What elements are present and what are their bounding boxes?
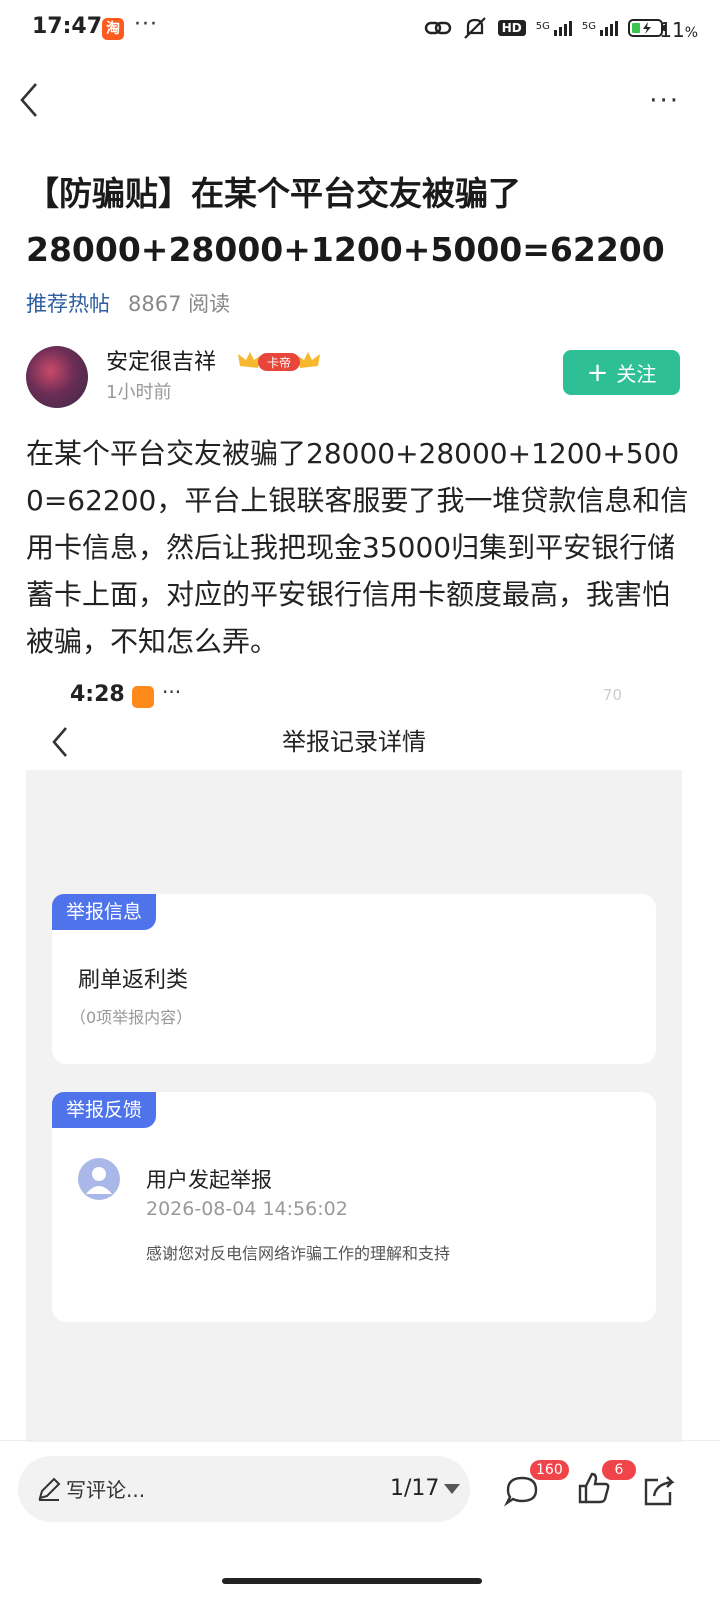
shot-content-area: 举报信息 刷单返利类 （0项举报内容） 举报反馈 用户发起举报 2026-08-… bbox=[26, 770, 682, 1442]
crown-badge-icon: 卡帝 bbox=[238, 352, 320, 371]
feedback-timestamp: 2026-08-04 14:56:02 bbox=[146, 1198, 348, 1220]
feedback-thanks: 感谢您对反电信网络诈骗工作的理解和支持 bbox=[146, 1244, 451, 1263]
author-name[interactable]: 安定很吉祥 bbox=[106, 344, 216, 376]
report-type: 刷单返利类 bbox=[78, 968, 189, 993]
status-icons: HD 5G 5G bbox=[424, 16, 668, 40]
page-indicator[interactable]: 1/17 bbox=[390, 1476, 439, 1501]
follow-label: 关注 bbox=[616, 362, 657, 386]
pen-icon bbox=[38, 1477, 61, 1501]
post-meta: 推荐热帖 8867 阅读 bbox=[26, 288, 230, 318]
signal-icon-1: 5G bbox=[536, 20, 572, 36]
hd-icon: HD bbox=[497, 20, 526, 36]
svg-text:卡帝: 卡帝 bbox=[267, 355, 291, 370]
comment-placeholder[interactable]: 写评论... bbox=[66, 1474, 145, 1503]
status-more-dots: ··· bbox=[134, 12, 158, 37]
like-count-badge: 6 bbox=[602, 1460, 636, 1480]
user-avatar-icon bbox=[78, 1158, 120, 1200]
report-info-card: 举报信息 刷单返利类 （0项举报内容） bbox=[52, 894, 656, 1064]
shot-status-time: 4:28 bbox=[70, 682, 125, 707]
embedded-screenshot[interactable]: 4:28 ··· 70 举报记录详情 举报信息 刷单返利类 （0项举报内容） 举… bbox=[26, 672, 682, 1442]
status-time: 17:47 bbox=[32, 14, 103, 39]
caret-down-icon[interactable] bbox=[444, 1484, 460, 1494]
hot-post-tag[interactable]: 推荐热帖 bbox=[26, 288, 110, 318]
report-info-tab: 举报信息 bbox=[52, 894, 157, 930]
post-body: 在某个平台交友被骗了28000+28000+1200+5000=62200，平台… bbox=[26, 437, 689, 658]
battery-percent: 11% bbox=[659, 18, 698, 42]
post-time: 1小时前 bbox=[106, 382, 172, 403]
feedback-user-action: 用户发起举报 bbox=[146, 1168, 272, 1192]
share-icon[interactable] bbox=[640, 1470, 680, 1510]
more-icon[interactable]: ··· bbox=[649, 86, 680, 116]
back-arrow-icon[interactable] bbox=[14, 78, 44, 122]
taobao-notification-icon: 淘 bbox=[102, 18, 124, 40]
home-indicator[interactable] bbox=[222, 1578, 482, 1584]
report-item-count: （0项举报内容） bbox=[70, 1008, 193, 1027]
comment-count-badge: 160 bbox=[530, 1460, 569, 1480]
read-count: 8867 阅读 bbox=[128, 292, 231, 316]
report-feedback-card: 举报反馈 用户发起举报 2026-08-04 14:56:02 感谢您对反电信网… bbox=[52, 1092, 656, 1322]
shot-battery: 70 bbox=[602, 686, 622, 704]
shot-app-icon bbox=[132, 686, 154, 708]
bottom-divider bbox=[0, 1440, 720, 1441]
post-title: 【防骗贴】在某个平台交友被骗了28000+28000+1200+5000=622… bbox=[26, 174, 665, 269]
mute-bell-icon bbox=[463, 17, 486, 39]
shot-page-title: 举报记录详情 bbox=[282, 728, 426, 756]
plus-icon: + bbox=[586, 357, 609, 388]
author-avatar[interactable] bbox=[26, 346, 88, 408]
report-feedback-tab: 举报反馈 bbox=[52, 1092, 157, 1128]
link-icon bbox=[424, 21, 451, 35]
signal-icon-2: 5G bbox=[582, 20, 618, 36]
follow-button[interactable]: + 关注 bbox=[563, 350, 680, 395]
shot-status-dots: ··· bbox=[162, 680, 182, 704]
